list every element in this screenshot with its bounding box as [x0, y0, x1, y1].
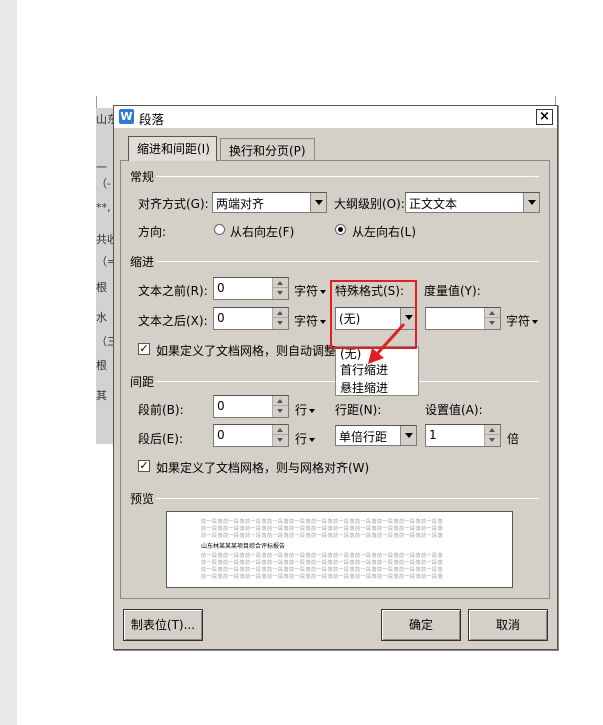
ruler-mark-left	[96, 96, 97, 108]
doc-text-fragment: 一	[96, 161, 107, 174]
paragraph-dialog: W 段落 × 缩进和间距(I) 换行和分页(P) 常规 对齐方式(G): 两端对…	[113, 105, 558, 650]
doc-text-fragment: （-	[96, 177, 111, 190]
doc-text-fragment: **,	[96, 201, 111, 214]
doc-text-fragment: 水	[96, 311, 107, 324]
annotation-arrow-icon	[368, 322, 406, 364]
doc-text-fragment: 根	[96, 359, 107, 372]
doc-text-fragment: 其	[96, 389, 107, 402]
doc-text-fragment: 根	[96, 281, 107, 294]
